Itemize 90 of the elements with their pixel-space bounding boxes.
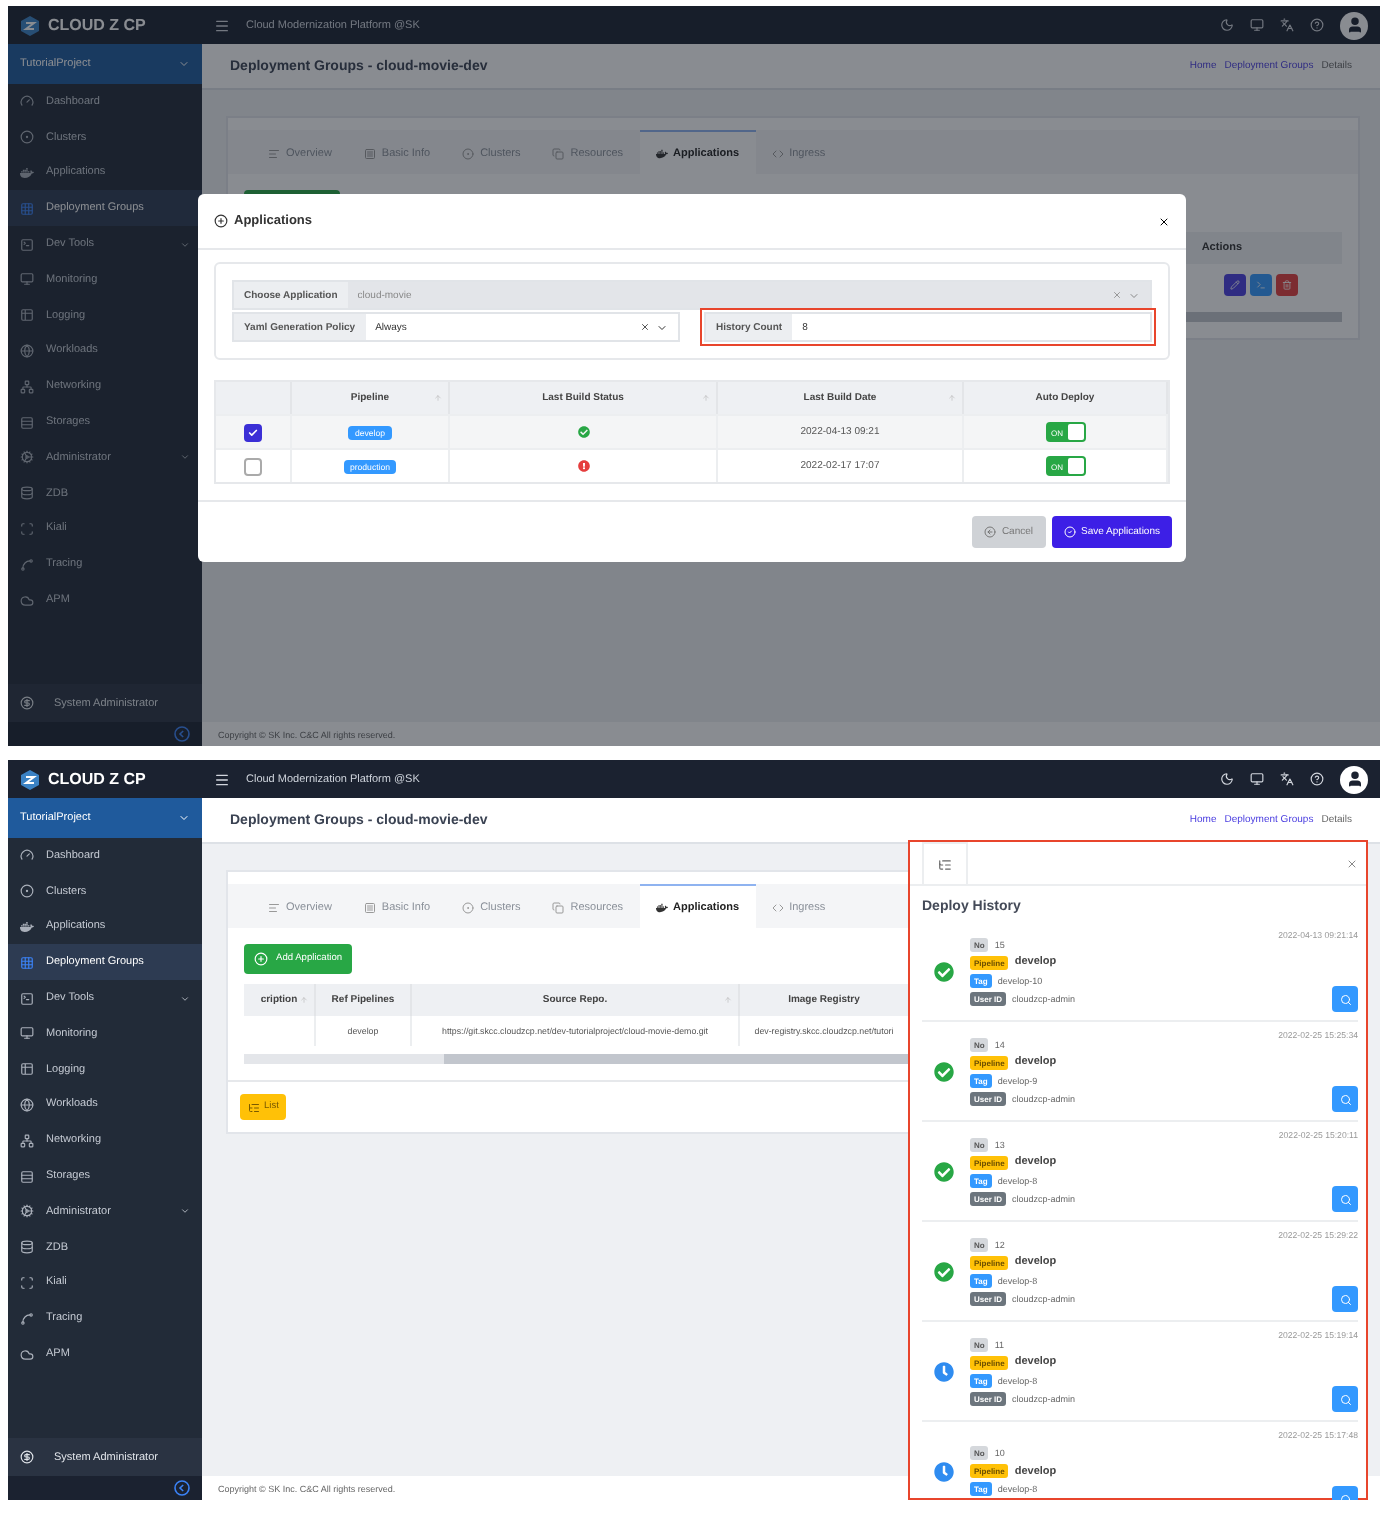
grid-icon: [20, 955, 34, 970]
monitor-icon: [20, 272, 34, 287]
whale-icon: [655, 901, 668, 913]
search-icon: [1339, 1193, 1351, 1205]
coin-icon: [20, 1450, 34, 1464]
gauge-icon: [20, 94, 34, 109]
plus-circle-icon: [214, 214, 228, 228]
delete-button[interactable]: [1276, 273, 1298, 295]
terminal-icon: [1256, 279, 1266, 289]
cloud-icon: [20, 1347, 34, 1362]
rows-icon: [20, 1169, 34, 1184]
logo-icon: [20, 15, 40, 35]
search-button[interactable]: [1332, 986, 1358, 1012]
translate-icon[interactable]: [1280, 772, 1294, 786]
chevron-icon: [180, 452, 190, 463]
chevron-icon: [180, 993, 190, 1004]
menu-icon[interactable]: [214, 771, 230, 787]
monitor-icon: [20, 1026, 34, 1041]
caret-icon: [178, 58, 190, 70]
dot-circle-icon: [462, 147, 475, 159]
cloud-icon: [20, 593, 34, 608]
table-icon: [20, 1062, 34, 1077]
scrollbar[interactable]: [244, 1054, 910, 1064]
code-icon: [771, 147, 784, 159]
square-icon: [363, 901, 376, 913]
row-checkbox[interactable]: [244, 457, 262, 475]
grid-icon: [20, 201, 34, 216]
terminal-button[interactable]: [1250, 273, 1272, 295]
database-icon: [20, 1240, 34, 1255]
code-icon: [771, 901, 784, 913]
pencil-icon: [1230, 279, 1240, 289]
check-circle-icon: [1063, 526, 1076, 538]
monitor-icon[interactable]: [1250, 772, 1264, 786]
gauge-icon: [20, 848, 34, 863]
whale-icon: [20, 165, 34, 180]
square-icon: [363, 147, 376, 159]
help-icon[interactable]: [1310, 772, 1324, 786]
brand-name: CLOUD Z CP: [48, 16, 146, 34]
row-checkbox[interactable]: [244, 423, 262, 441]
rows-icon: [20, 415, 34, 430]
collapse-icon[interactable]: [174, 726, 190, 742]
gear-icon: [20, 450, 34, 465]
terminal-icon: [20, 991, 34, 1006]
trash-icon: [1282, 279, 1292, 289]
search-button[interactable]: [1332, 1086, 1358, 1112]
search-icon: [1339, 1293, 1351, 1305]
search-button[interactable]: [1332, 1286, 1358, 1312]
search-button[interactable]: [1332, 1186, 1358, 1212]
list-tab[interactable]: [922, 842, 968, 884]
plus-circle-icon: [254, 952, 268, 966]
brand-name: CLOUD Z CP: [48, 770, 146, 788]
list-icon: [938, 857, 952, 871]
chevron-icon: [180, 1206, 190, 1217]
line-chart-icon: [20, 1311, 34, 1326]
lines-icon: [268, 147, 280, 159]
copy-icon: [552, 147, 565, 159]
lines-icon: [268, 901, 280, 913]
terminal-icon: [20, 237, 34, 252]
close-icon[interactable]: [1158, 215, 1170, 227]
caret-icon: [178, 812, 190, 824]
dot-circle-icon: [20, 130, 34, 145]
line-chart-icon: [20, 557, 34, 572]
dot-circle-icon: [462, 901, 475, 913]
scan-icon: [20, 1275, 34, 1290]
chevron-icon[interactable]: [656, 321, 668, 333]
database-icon: [20, 486, 34, 501]
table-icon: [20, 308, 34, 323]
search-icon: [1339, 1393, 1351, 1405]
gear-icon: [20, 1204, 34, 1219]
search-button[interactable]: [1332, 1386, 1358, 1412]
avatar-icon[interactable]: [1340, 765, 1368, 793]
logo-icon: [20, 769, 40, 789]
search-icon: [1339, 1093, 1351, 1105]
copy-icon: [552, 901, 565, 913]
globe-icon: [20, 1097, 34, 1112]
chevron-icon: [180, 239, 190, 250]
list-icon: [248, 1101, 260, 1113]
edit-button[interactable]: [1224, 273, 1246, 295]
scan-icon: [20, 521, 34, 536]
globe-icon: [20, 343, 34, 358]
dot-circle-icon: [20, 884, 34, 899]
collapse-icon[interactable]: [174, 1480, 190, 1496]
whale-icon: [20, 919, 34, 934]
network-icon: [20, 379, 34, 394]
back-arrow-icon: [983, 526, 996, 538]
coin-icon: [20, 696, 34, 710]
network-icon: [20, 1133, 34, 1148]
search-icon: [1339, 993, 1351, 1005]
moon-icon[interactable]: [1220, 772, 1234, 786]
whale-icon: [655, 147, 668, 159]
